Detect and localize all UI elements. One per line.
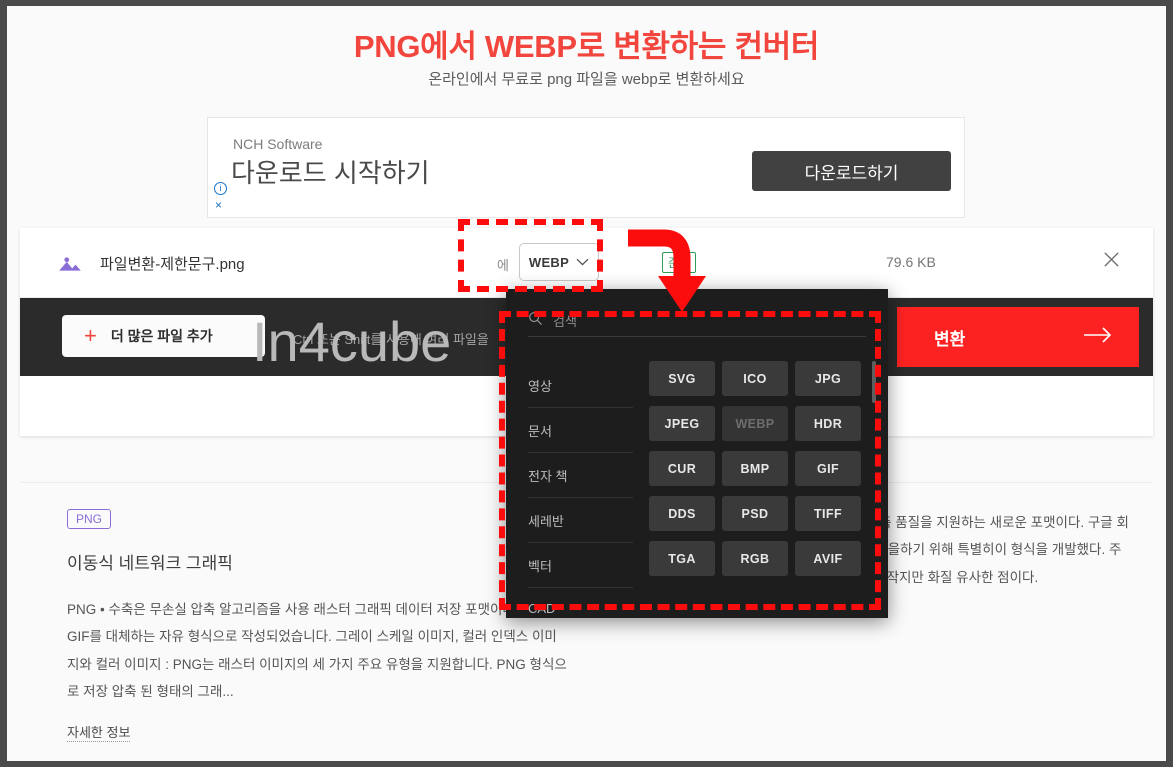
chevron-down-icon (576, 253, 589, 271)
format-tile-grid: SVG ICO JPG JPEG WEBP HDR CUR BMP GIF DD… (649, 359, 867, 611)
format-tile-gif[interactable]: GIF (795, 451, 861, 486)
format-tile-avif[interactable]: AVIF (795, 541, 861, 576)
file-size: 79.6 KB (886, 254, 936, 270)
png-more-info-link[interactable]: 자세한 정보 (67, 722, 131, 742)
png-info-column: PNG 이동식 네트워크 그래픽 PNG • 수축은 무손실 압축 알고리즘을 … (67, 509, 567, 742)
format-tile-dds[interactable]: DDS (649, 496, 715, 531)
format-tile-cur[interactable]: CUR (649, 451, 715, 486)
search-icon (528, 311, 543, 331)
category-item-presentation[interactable]: 세레반 (528, 498, 633, 543)
ad-banner[interactable]: NCH Software 다운로드 시작하기 다운로드하기 i × (207, 117, 965, 218)
file-row: 파일변환-제한문구.png 에 WEBP 79.6 KB (20, 228, 1153, 298)
browser-window: PNG에서 WEBP로 변환하는 컨버터 온라인에서 무료로 png 파일을 w… (0, 0, 1173, 767)
format-category-list: 영상 문서 전자 책 세레반 벡터 CAD (528, 363, 633, 628)
category-item-video[interactable]: 영상 (528, 363, 633, 408)
file-status-badge: 준비 (662, 252, 697, 273)
target-format-label: WEBP (528, 254, 570, 270)
format-tile-bmp[interactable]: BMP (722, 451, 788, 486)
to-label: 에 (497, 258, 509, 273)
category-item-ebook[interactable]: 전자 책 (528, 453, 633, 498)
format-dropdown-panel[interactable]: 검색 영상 문서 전자 책 세레반 벡터 CAD SVG ICO JPG JPE… (506, 289, 888, 618)
format-tile-jpeg[interactable]: JPEG (649, 406, 715, 441)
image-file-icon (53, 246, 87, 280)
png-description: PNG • 수축은 무손실 압축 알고리즘을 사용 래스터 그래픽 데이터 저장… (67, 602, 567, 700)
format-tile-rgb[interactable]: RGB (722, 541, 788, 576)
page-subtitle: 온라인에서 무료로 png 파일을 webp로 변환하세요 (428, 71, 745, 88)
format-tile-webp: WEBP (722, 406, 788, 441)
format-tile-svg[interactable]: SVG (649, 361, 715, 396)
multi-select-hint: Ctrl 또는 Shift를 사용해 여러 파일을 (293, 332, 489, 347)
format-tile-hdr[interactable]: HDR (795, 406, 861, 441)
png-heading: 이동식 네트워크 그래픽 (67, 554, 233, 573)
format-search-placeholder: 검색 (553, 314, 577, 329)
category-item-cad[interactable]: CAD (528, 588, 633, 628)
arrow-right-icon (1083, 326, 1113, 349)
plus-icon: + (84, 323, 97, 348)
ad-headline: 다운로드 시작하기 (231, 158, 430, 188)
category-item-document[interactable]: 문서 (528, 408, 633, 453)
add-more-files-label: 더 많은 파일 추가 (110, 328, 213, 344)
ad-close-icon[interactable]: × (215, 198, 222, 212)
format-search-input[interactable]: 검색 (528, 311, 866, 337)
page-canvas: PNG에서 WEBP로 변환하는 컨버터 온라인에서 무료로 png 파일을 w… (7, 6, 1166, 761)
format-tile-tga[interactable]: TGA (649, 541, 715, 576)
format-tile-jpg[interactable]: JPG (795, 361, 861, 396)
remove-file-button[interactable] (1097, 248, 1125, 276)
target-format-select[interactable]: WEBP (519, 243, 599, 281)
format-tile-psd[interactable]: PSD (722, 496, 788, 531)
add-more-files-button[interactable]: + 더 많은 파일 추가 (62, 315, 265, 357)
file-name: 파일변환-제한문구.png (100, 256, 245, 273)
ad-download-button[interactable]: 다운로드하기 (752, 151, 951, 191)
format-grid-scrollbar[interactable] (872, 361, 876, 403)
page-title: PNG에서 WEBP로 변환하는 컨버터 (353, 29, 820, 64)
convert-button-label: 변환 (934, 329, 966, 349)
png-format-tag: PNG (67, 509, 112, 529)
convert-button[interactable]: 변환 (897, 307, 1139, 367)
format-dropdown-body: 영상 문서 전자 책 세레반 벡터 CAD SVG ICO JPG JPEG W… (506, 359, 888, 618)
ad-info-icon[interactable]: i (214, 182, 227, 195)
format-tile-ico[interactable]: ICO (722, 361, 788, 396)
ad-brand: NCH Software (233, 136, 323, 152)
category-item-vector[interactable]: 벡터 (528, 543, 633, 588)
format-tile-tiff[interactable]: TIFF (795, 496, 861, 531)
